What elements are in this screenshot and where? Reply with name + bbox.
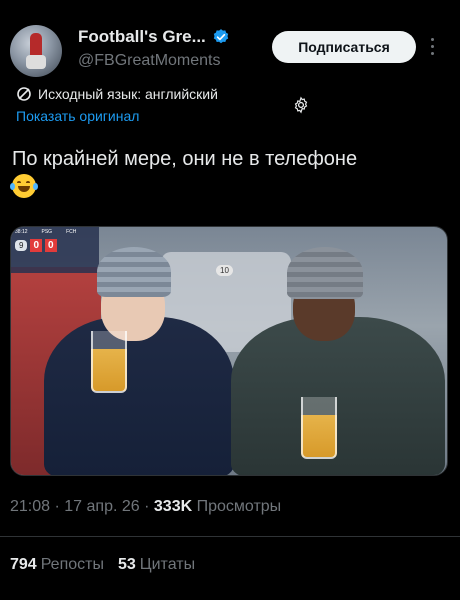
translate-icon bbox=[17, 87, 31, 101]
tweet-header: Football's Gre... @FBGreatMoments Подпис… bbox=[0, 0, 460, 84]
account-handle[interactable]: @FBGreatMoments bbox=[78, 52, 221, 70]
child-left bbox=[39, 237, 239, 475]
translation-info: Исходный язык: английский bbox=[16, 86, 218, 102]
show-original-link[interactable]: Показать оригинал bbox=[16, 108, 139, 124]
cup-left bbox=[91, 331, 127, 393]
reposts-count: 794 bbox=[10, 556, 37, 573]
tweet-time[interactable]: 21:08 bbox=[10, 498, 50, 515]
scoreboard-team1: PSG bbox=[41, 229, 53, 235]
face-with-tears-of-joy-icon bbox=[10, 173, 38, 198]
cup-right bbox=[301, 397, 337, 459]
translation-source-label: Исходный язык: английский bbox=[38, 86, 218, 102]
tweet-date[interactable]: 17 апр. 26 bbox=[64, 498, 139, 515]
gear-icon[interactable] bbox=[292, 96, 310, 114]
meta-separator: · bbox=[144, 498, 154, 515]
quotes-label: Цитаты bbox=[139, 556, 196, 573]
avatar[interactable] bbox=[10, 25, 62, 77]
meta-separator: · bbox=[54, 498, 65, 515]
divider bbox=[0, 536, 460, 537]
scoreboard-minute: 9 bbox=[15, 240, 28, 251]
quotes-link[interactable]: 53 Цитаты bbox=[118, 556, 195, 573]
more-options-icon[interactable] bbox=[430, 38, 436, 58]
name-row: Football's Gre... bbox=[78, 27, 230, 47]
scoreboard-clock: 38:12 bbox=[15, 229, 28, 235]
tweet-image[interactable]: 38:12 PSG FCH 9 0 0 10 bbox=[10, 226, 448, 476]
account-name[interactable]: Football's Gre... bbox=[78, 27, 206, 47]
tweet-text-body: По крайней мере, они не в телефоне bbox=[12, 148, 358, 170]
reposts-link[interactable]: 794 Репосты bbox=[10, 556, 104, 573]
quotes-count: 53 bbox=[117, 556, 136, 573]
tweet-meta: 21:08 · 17 апр. 26 · 333K Просмотры bbox=[10, 498, 281, 516]
verified-badge-icon bbox=[213, 29, 228, 44]
child-right bbox=[231, 237, 447, 475]
tweet-text: По крайней мере, они не в телефоне bbox=[10, 146, 448, 198]
views-label: Просмотры bbox=[196, 498, 282, 515]
avatar-figure-base bbox=[26, 55, 46, 69]
scoreboard-team2: FCH bbox=[66, 229, 77, 235]
reposts-label: Репосты bbox=[40, 556, 104, 573]
follow-button[interactable]: Подписаться bbox=[272, 31, 416, 63]
tweet-stats: 794 Репосты 53 Цитаты bbox=[10, 556, 195, 574]
views-count: 333K bbox=[153, 498, 193, 515]
